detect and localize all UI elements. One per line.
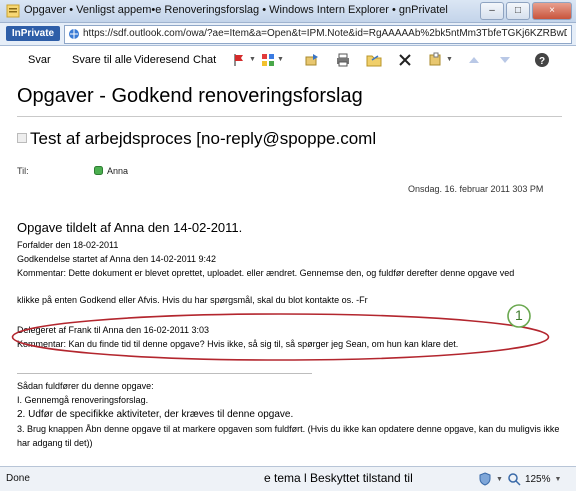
window-title: Opgaver • Venligst appem•e Renoveringsfo… (24, 4, 448, 16)
url-field[interactable]: https://sdf.outlook.com/owa/?ae=Item&a=O… (64, 25, 572, 44)
callout-number: 1 (515, 307, 523, 323)
window-title-bar: Opgaver • Venligst appem•e Renoveringsfo… (0, 0, 576, 23)
instruction-step-1: I. Gennemgå renoveringsforslag. (17, 395, 149, 405)
zoom-level[interactable]: 125% (525, 474, 551, 485)
callout-ellipse (11, 313, 550, 361)
next-icon[interactable] (497, 52, 513, 68)
instructions-heading: Sådan fuldfører du denne opgave: (17, 381, 154, 391)
help-icon[interactable]: ? (534, 52, 550, 68)
message-toolbar: Svar Svare til alle Videresend Chat ▼ ▼ … (0, 46, 576, 74)
message-sender[interactable]: Test af arbejdsproces [no-reply@spoppe.c… (30, 129, 376, 149)
chat-button[interactable]: Chat (193, 54, 216, 66)
instruction-step-3-continued: har adgang til det)) (17, 438, 93, 448)
reply-all-button[interactable]: Svare til alle (72, 54, 132, 66)
message-subject: Opgaver - Godkend renoveringsforslag (17, 85, 363, 107)
address-bar: InPrivate https://sdf.outlook.com/owa/?a… (0, 23, 576, 46)
status-text: Done (6, 473, 30, 484)
move-icon[interactable] (304, 52, 320, 68)
task-heading: Opgave tildelt af Anna den 14-02-2011. (17, 220, 243, 235)
comment-text-continued: klikke på enten Godkend eller Afvis. Hvi… (17, 295, 368, 305)
message-date: Onsdag. 16. februar 2011 303 PM (408, 184, 544, 194)
previous-icon[interactable] (466, 52, 482, 68)
url-text: https://sdf.outlook.com/owa/?ae=Item&a=O… (83, 28, 567, 39)
header-divider (17, 116, 562, 117)
flag-dropdown-icon[interactable]: ▼ (249, 56, 256, 63)
open-folder-icon[interactable] (366, 52, 382, 68)
inprivate-badge[interactable]: InPrivate (6, 26, 60, 41)
sender-status-icon (17, 133, 27, 143)
security-dropdown-icon[interactable]: ▼ (496, 476, 503, 483)
zoom-dropdown-icon[interactable]: ▼ (555, 476, 562, 483)
window-controls: – □ × (480, 2, 572, 20)
forward-button[interactable]: Videresend (134, 54, 189, 66)
instruction-step-2: 2. Udfør de specifikke aktiviteter, der … (17, 409, 294, 420)
page-icon (69, 29, 79, 39)
due-date: Forfalder den 18-02-2011 (17, 240, 119, 250)
status-bar: Done e tema l Beskyttet tilstand til ▼ 1… (0, 466, 576, 491)
internet-explorer-icon (6, 4, 20, 18)
delete-icon[interactable] (397, 52, 413, 68)
attach-icon[interactable] (428, 52, 444, 68)
recipient-name[interactable]: Anna (107, 166, 128, 176)
minimize-button[interactable]: – (480, 2, 504, 20)
approval-started: Godkendelse startet af Anna den 14-02-20… (17, 254, 216, 264)
close-button[interactable]: × (532, 2, 572, 20)
comment-text: Kommentar: Dette dokument er blevet opre… (17, 268, 515, 278)
status-icons: ▼ 125% ▼ (478, 472, 561, 486)
attach-dropdown-icon[interactable]: ▼ (446, 56, 453, 63)
categories-icon[interactable] (260, 52, 276, 68)
flag-icon[interactable] (231, 52, 247, 68)
svg-text:?: ? (539, 56, 545, 67)
protected-mode-status[interactable]: e tema l Beskyttet tilstand til (264, 471, 413, 485)
print-icon[interactable] (335, 52, 351, 68)
zoom-icon[interactable] (507, 472, 521, 486)
presence-icon (94, 166, 103, 175)
instruction-step-3: 3. Brug knappen Åbn denne opgave til at … (17, 424, 560, 434)
instructions-divider (17, 373, 312, 374)
security-icon[interactable] (478, 472, 492, 486)
categories-dropdown-icon[interactable]: ▼ (277, 56, 284, 63)
to-label: Til: (17, 166, 29, 176)
reply-button[interactable]: Svar (28, 54, 51, 66)
maximize-button[interactable]: □ (506, 2, 530, 20)
